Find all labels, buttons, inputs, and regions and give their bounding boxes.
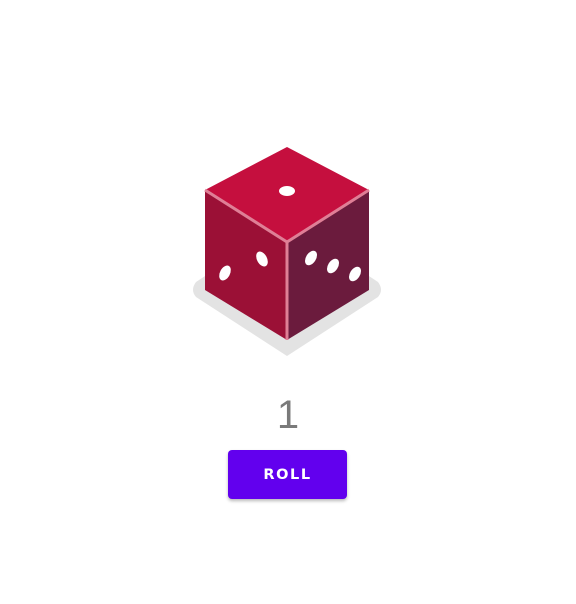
roll-button[interactable]: ROLL (228, 450, 347, 499)
dice-pip (279, 186, 295, 196)
roll-result-text: 1 (276, 393, 300, 437)
dice-icon (193, 147, 381, 356)
dice-roller-screen: 1 ROLL (0, 0, 576, 604)
